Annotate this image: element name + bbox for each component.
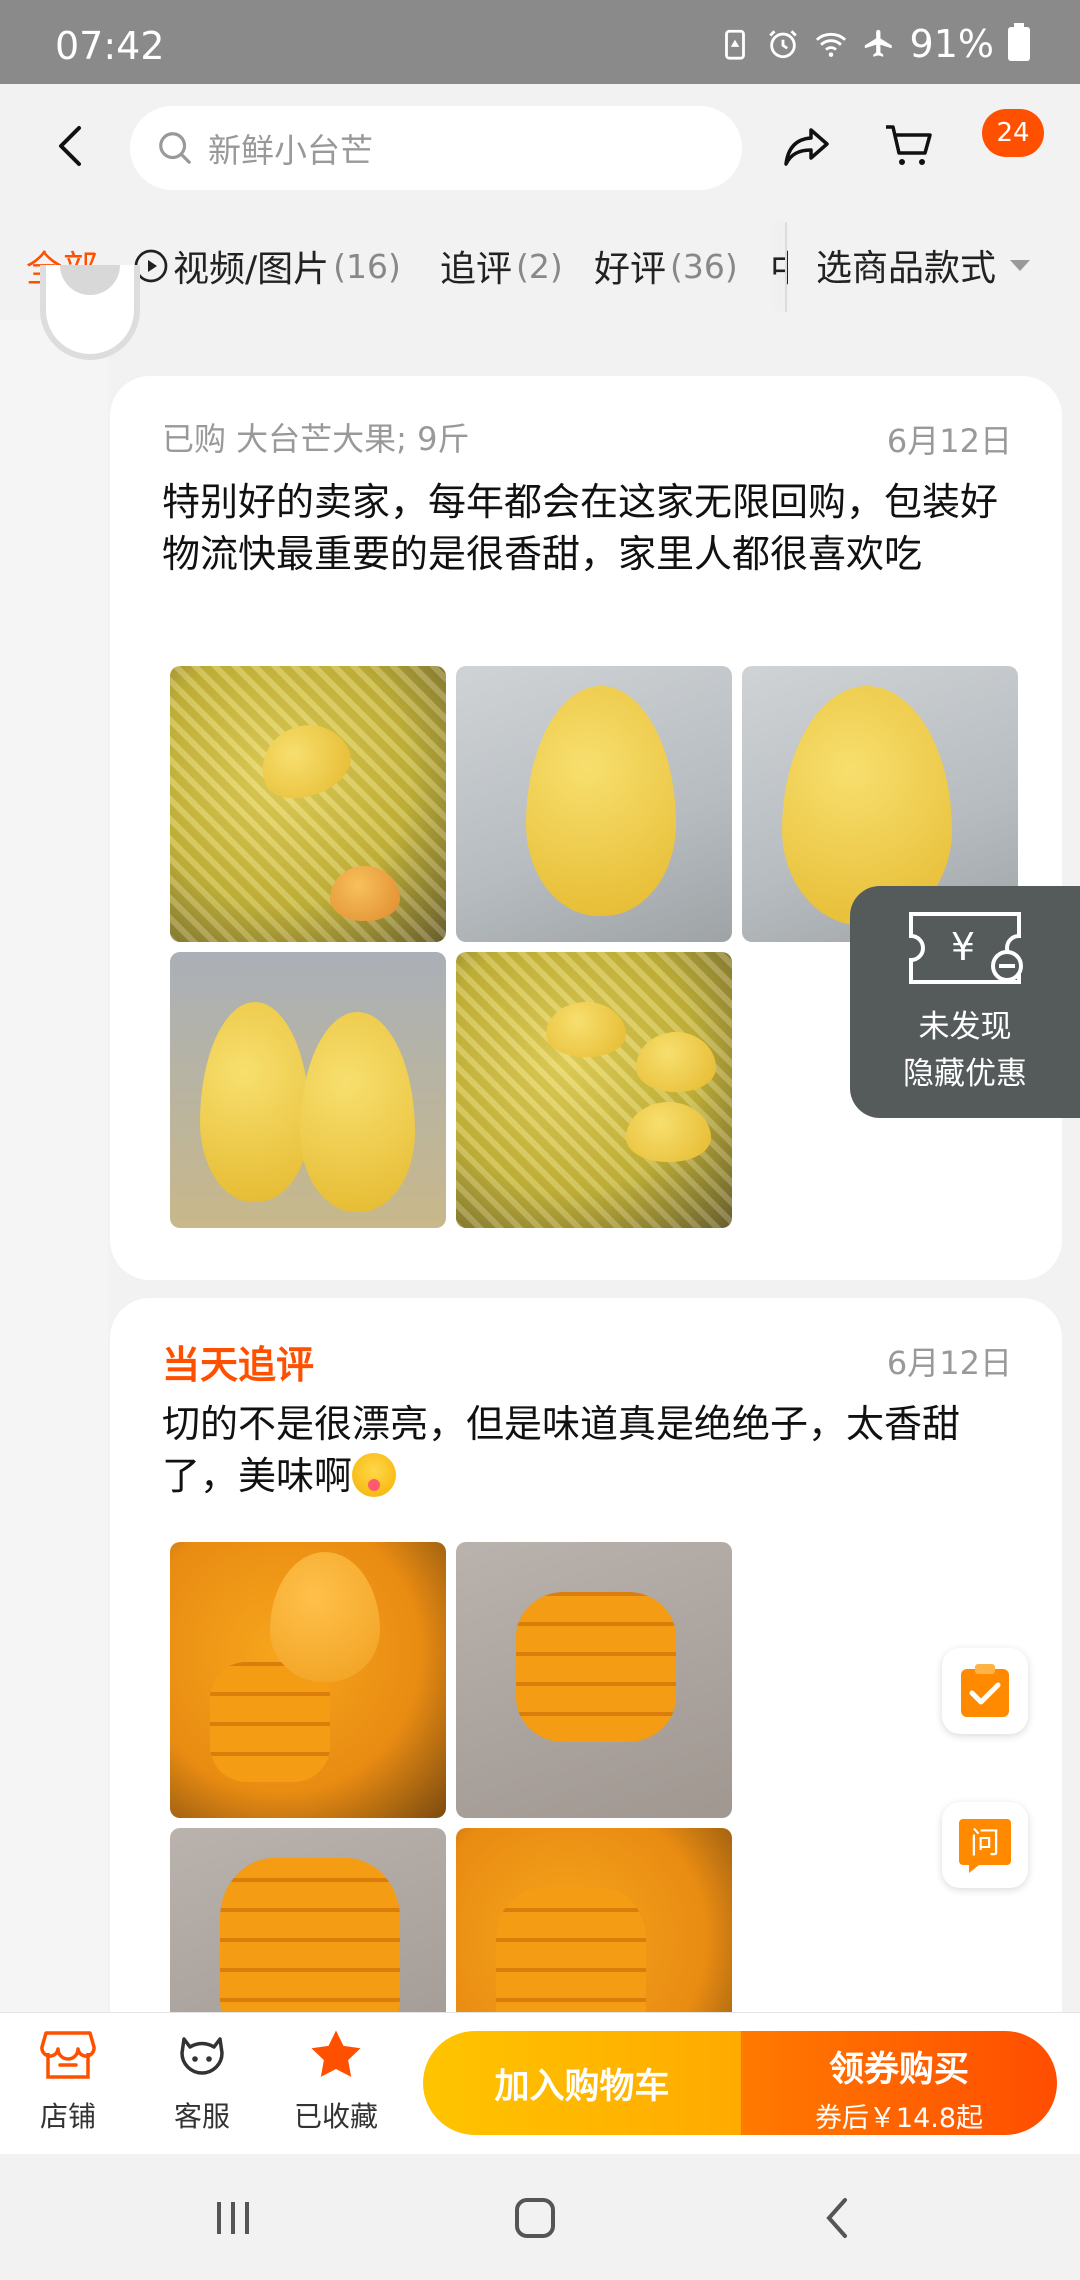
tab-video-photo[interactable]: 视频/图片 (16)	[133, 240, 401, 292]
style-selector-dropdown[interactable]: 选商品款式	[788, 210, 1080, 320]
tab-count: (2)	[516, 246, 563, 286]
tab-count: (16)	[333, 246, 401, 286]
add-to-cart-button[interactable]: 加入购物车	[423, 2031, 741, 2135]
review-date: 6月12日	[886, 422, 1012, 460]
battery-percent: 91%	[909, 22, 994, 66]
ask-question-icon: 问	[959, 1819, 1011, 1873]
cart-button[interactable]	[876, 114, 940, 178]
favorite-button[interactable]: 已收藏	[276, 2025, 396, 2135]
review-photo[interactable]	[456, 666, 732, 942]
status-bar: 07:42 91%	[0, 0, 1080, 84]
tab-label: 视频/图片	[173, 249, 330, 290]
review-photo[interactable]	[170, 952, 446, 1228]
service-label: 客服	[173, 2100, 230, 2133]
recent-apps-icon	[217, 2202, 249, 2234]
search-placeholder: 新鲜小台芒	[208, 131, 373, 170]
cart-icon	[886, 125, 932, 165]
coupon-ticket-icon: ¥	[909, 912, 1023, 984]
favorited-label: 已收藏	[293, 2100, 378, 2133]
add-to-cart-label: 加入购物车	[494, 2066, 670, 2107]
home-button[interactable]	[505, 2188, 565, 2248]
search-input[interactable]: 新鲜小台芒	[130, 106, 742, 190]
review-filter-tabs: 全部 视频/图片 (16) 追评 (2) 好评 (36) 中 选商品款式	[0, 210, 1080, 320]
shop-label: 店铺	[39, 2100, 96, 2133]
ask-button[interactable]: 问	[942, 1802, 1028, 1888]
avatar[interactable]	[40, 265, 140, 360]
share-icon	[784, 128, 829, 166]
buy-price-label: 券后￥14.8起	[814, 2103, 984, 2134]
battery-icon	[1008, 23, 1030, 61]
customer-service-icon	[180, 2037, 224, 2075]
coupon-line2: 隐藏优惠	[903, 1056, 1027, 1092]
wifi-calling-icon	[815, 32, 846, 57]
review-text: 特别好的卖家，每年都会在这家无限回购，包装好物流快最重要的是很香甜，家里人都很喜…	[162, 480, 999, 576]
tab-count: (36)	[670, 246, 738, 286]
followup-text-content: 切的不是很漂亮，但是味道真是绝绝子，太香甜了，美味啊	[162, 1402, 961, 1498]
system-back-icon	[826, 2198, 847, 2238]
svg-text:问: 问	[970, 1826, 1000, 1861]
search-icon	[159, 132, 191, 164]
shop-button[interactable]: 店铺	[8, 2025, 128, 2135]
review-photo[interactable]	[170, 1542, 446, 1818]
yum-emoji-icon	[352, 1453, 397, 1497]
battery-saver-icon	[724, 29, 745, 60]
coupon-line1: 未发现	[918, 1009, 1012, 1045]
back-button[interactable]	[40, 114, 100, 178]
review-photo[interactable]	[170, 666, 446, 942]
tab-followup[interactable]: 追评 (2)	[440, 240, 563, 292]
tab-label: 追评	[440, 249, 513, 290]
status-icons: 91%	[718, 22, 1030, 66]
bottom-action-bar: 店铺 客服 已收藏 加入购物车 领券购买 券后￥14.8起	[0, 2012, 1080, 2154]
review-card: 已购 大台芒大果; 9斤 6月12日 特别好的卖家，每年都会在这家无限回购，包装…	[110, 376, 1062, 1280]
review-photo[interactable]	[456, 952, 732, 1228]
tabs-divider	[785, 222, 787, 312]
clipboard-check-icon	[961, 1664, 1009, 1717]
status-time: 07:42	[55, 24, 165, 68]
share-button[interactable]	[775, 114, 839, 178]
coupon-buy-button[interactable]: 领券购买 券后￥14.8起	[741, 2031, 1057, 2135]
airplane-mode-icon	[864, 29, 892, 57]
system-back-button[interactable]	[808, 2188, 868, 2248]
tab-label: 好评	[594, 249, 667, 290]
followup-text: 切的不是很漂亮，但是味道真是绝绝子，太香甜了，美味啊	[162, 1398, 1012, 1502]
followup-card: 当天追评 6月12日 切的不是很漂亮，但是味道真是绝绝子，太香甜了，美味啊	[110, 1298, 1062, 2104]
alarm-icon	[768, 30, 797, 59]
header: 新鲜小台芒 24	[0, 84, 1080, 210]
purchase-info: 已购 大台芒大果; 9斤	[162, 420, 470, 458]
checklist-button[interactable]	[942, 1648, 1028, 1734]
followup-label: 当天追评	[162, 1343, 315, 1387]
buy-main-label: 领券购买	[828, 2050, 969, 2090]
recent-apps-button[interactable]	[203, 2188, 263, 2248]
star-filled-icon	[311, 2030, 361, 2077]
hidden-coupon-float[interactable]: ¥ 未发现 隐藏优惠	[850, 886, 1080, 1118]
svg-text:¥: ¥	[951, 925, 975, 969]
message-count-badge[interactable]: 24	[982, 109, 1044, 157]
left-rail	[0, 320, 108, 2020]
followup-date: 6月12日	[886, 1344, 1012, 1382]
store-icon	[40, 2031, 96, 2079]
back-arrow-icon	[59, 126, 81, 166]
tab-positive[interactable]: 好评 (36)	[594, 240, 738, 292]
review-photo[interactable]	[456, 1542, 732, 1818]
home-icon	[515, 2198, 555, 2238]
system-navigation-bar	[0, 2154, 1080, 2280]
chevron-down-icon	[1010, 259, 1031, 271]
customer-service-button[interactable]: 客服	[142, 2025, 262, 2135]
style-selector-label: 选商品款式	[816, 248, 997, 289]
